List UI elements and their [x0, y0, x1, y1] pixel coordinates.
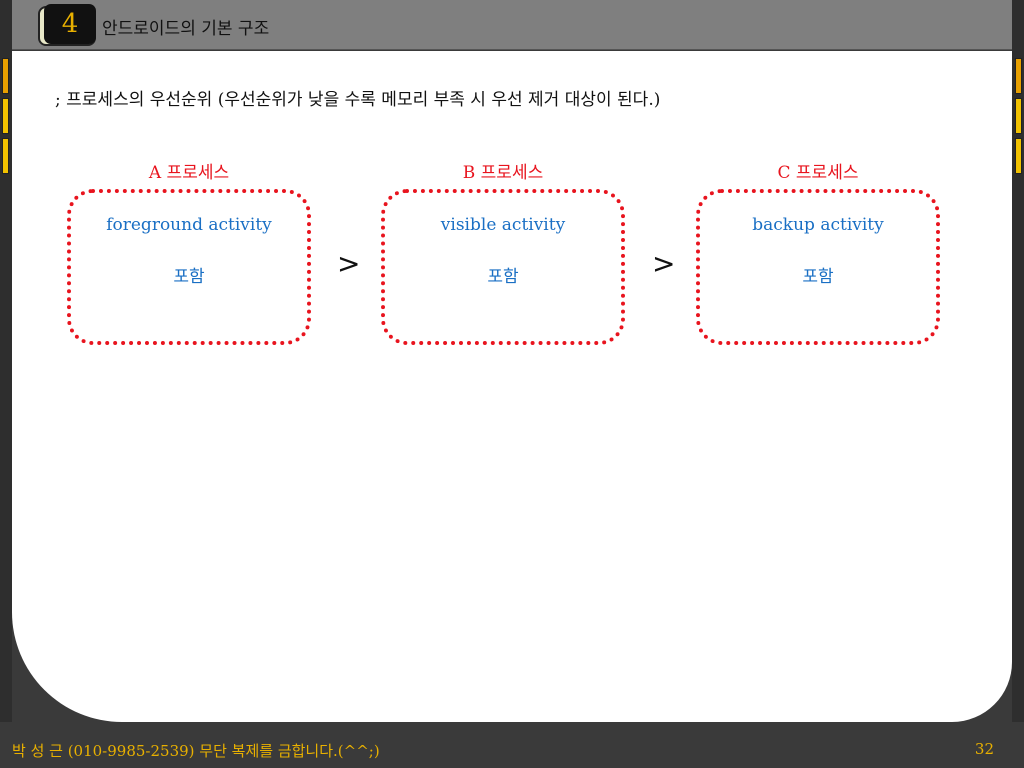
- side-tab-yellow: [1015, 98, 1022, 134]
- process-b-activity: visible activity: [440, 215, 566, 235]
- intro-text: ; 프로세스의 우선순위 (우선순위가 낮을 수록 메모리 부족 시 우선 제거…: [55, 90, 661, 110]
- process-a-include: 포함: [173, 267, 205, 287]
- side-tab-yellow: [1015, 138, 1022, 174]
- author-notice: 박 성 근 (010-9985-2539) 무단 복제를 금합니다.(^^;): [12, 742, 380, 760]
- comparator-greater-2: >: [652, 247, 676, 280]
- left-frame: [0, 0, 12, 768]
- process-b-include: 포함: [487, 267, 519, 287]
- process-c-include: 포함: [802, 267, 834, 287]
- comparator-greater-1: >: [337, 247, 361, 280]
- process-c-activity: backup activity: [752, 215, 884, 235]
- side-tab-yellow: [2, 138, 9, 174]
- slide-footer: 박 성 근 (010-9985-2539) 무단 복제를 금합니다.(^^;) …: [0, 722, 1024, 768]
- process-a-activity: foreground activity: [106, 215, 272, 235]
- process-c-label: C 프로세스: [777, 163, 859, 183]
- side-tab-yellow: [2, 98, 9, 134]
- side-tab-orange: [1015, 58, 1022, 94]
- slide-content: ; 프로세스의 우선순위 (우선순위가 낮을 수록 메모리 부족 시 우선 제거…: [12, 51, 1012, 722]
- side-tab-orange: [2, 58, 9, 94]
- slide-title: 안드로이드의 기본 구조: [102, 19, 270, 39]
- process-a-label: A 프로세스: [148, 163, 230, 183]
- slide-number-badge: 4: [38, 4, 96, 46]
- process-b-label: B 프로세스: [462, 163, 544, 183]
- page-number: 32: [974, 740, 994, 758]
- slide-number: 4: [44, 4, 96, 44]
- right-frame: [1012, 0, 1024, 768]
- slide-header: 4 안드로이드의 기본 구조: [12, 0, 1012, 50]
